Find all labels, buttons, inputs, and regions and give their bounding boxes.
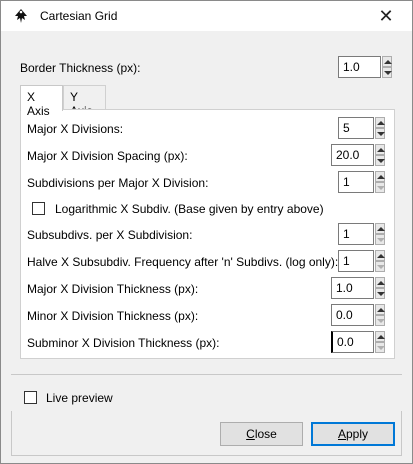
major-x-divisions-input[interactable]: 5	[338, 117, 374, 139]
major-thickness-label: Major X Division Thickness (px):	[27, 282, 199, 296]
spin-down-icon	[375, 234, 385, 245]
subminor-thickness-label: Subminor X Division Thickness (px):	[27, 336, 220, 350]
border-thickness-spinner[interactable]: 1.0	[338, 56, 392, 78]
spin-down-icon[interactable]	[375, 155, 385, 166]
tab-y-axis[interactable]: Y Axis	[63, 85, 106, 118]
spin-down-icon	[375, 315, 385, 326]
border-thickness-input[interactable]: 1.0	[338, 56, 381, 78]
spin-up-icon[interactable]	[375, 223, 385, 234]
border-thickness-label: Border Thickness (px):	[20, 61, 141, 75]
major-x-spacing-input[interactable]: 20.0	[331, 144, 374, 166]
major-x-spacing-spinner[interactable]: 20.0	[331, 144, 385, 166]
subminor-thickness-input[interactable]: 0.0	[331, 331, 374, 353]
spin-up-icon[interactable]	[375, 277, 385, 288]
close-button-mnemonic: C	[246, 427, 255, 441]
subsubdivs-label: Subsubdivs. per X Subdivision:	[27, 228, 193, 242]
subdivisions-label: Subdivisions per Major X Division:	[27, 176, 209, 190]
minor-thickness-spinner[interactable]: 0.0	[331, 304, 385, 326]
separator	[11, 374, 402, 375]
subdivisions-input[interactable]: 1	[338, 171, 374, 193]
live-preview-label: Live preview	[46, 391, 113, 405]
spin-down-icon[interactable]	[375, 128, 385, 139]
apply-button[interactable]: Apply	[311, 422, 395, 446]
subminor-thickness-spinner[interactable]: 0.0	[331, 331, 385, 353]
spin-down-icon	[375, 342, 385, 353]
subsubdivs-spinner[interactable]: 1	[338, 223, 385, 245]
close-button-label: lose	[254, 427, 277, 441]
spin-up-icon[interactable]	[375, 331, 385, 342]
logarithmic-label: Logarithmic X Subdiv. (Base given by ent…	[55, 202, 324, 216]
spin-down-icon	[375, 261, 385, 272]
minor-thickness-input[interactable]: 0.0	[331, 304, 374, 326]
major-x-divisions-spinner[interactable]: 5	[338, 117, 385, 139]
spin-up-icon[interactable]	[382, 56, 392, 67]
apply-button-label: pply	[346, 427, 369, 441]
major-thickness-input[interactable]: 1.0	[331, 277, 374, 299]
inkscape-icon	[15, 9, 27, 23]
close-button[interactable]: Close	[220, 422, 303, 446]
major-x-divisions-label: Major X Divisions:	[27, 122, 124, 136]
halve-frequency-spinner[interactable]: 1	[338, 250, 385, 272]
spin-up-icon[interactable]	[375, 171, 385, 182]
minor-thickness-label: Minor X Division Thickness (px):	[27, 309, 199, 323]
spin-up-icon[interactable]	[375, 144, 385, 155]
halve-frequency-label: Halve X Subsubdiv. Frequency after 'n' S…	[27, 255, 339, 269]
window-title: Cartesian Grid	[40, 9, 118, 23]
major-thickness-spinner[interactable]: 1.0	[331, 277, 385, 299]
logarithmic-checkbox[interactable]	[32, 202, 45, 215]
apply-button-mnemonic: A	[337, 427, 346, 441]
spin-down-icon[interactable]	[375, 288, 385, 299]
spin-up-icon[interactable]	[375, 304, 385, 315]
halve-frequency-input[interactable]: 1	[338, 250, 374, 272]
subsubdivs-input[interactable]: 1	[338, 223, 374, 245]
cartesian-grid-dialog: Cartesian Grid ✕ Border Thickness (px): …	[0, 0, 413, 464]
close-icon[interactable]: ✕	[374, 5, 398, 27]
spin-down-icon	[375, 182, 385, 193]
tab-x-axis[interactable]: X Axis	[20, 85, 63, 118]
spin-up-icon[interactable]	[375, 250, 385, 261]
spin-down-icon[interactable]	[382, 67, 392, 78]
live-preview-checkbox[interactable]	[24, 391, 37, 404]
spin-up-icon[interactable]	[375, 117, 385, 128]
subdivisions-spinner[interactable]: 1	[338, 171, 385, 193]
major-x-spacing-label: Major X Division Spacing (px):	[27, 149, 188, 163]
title-bar: Cartesian Grid ✕	[1, 1, 412, 31]
